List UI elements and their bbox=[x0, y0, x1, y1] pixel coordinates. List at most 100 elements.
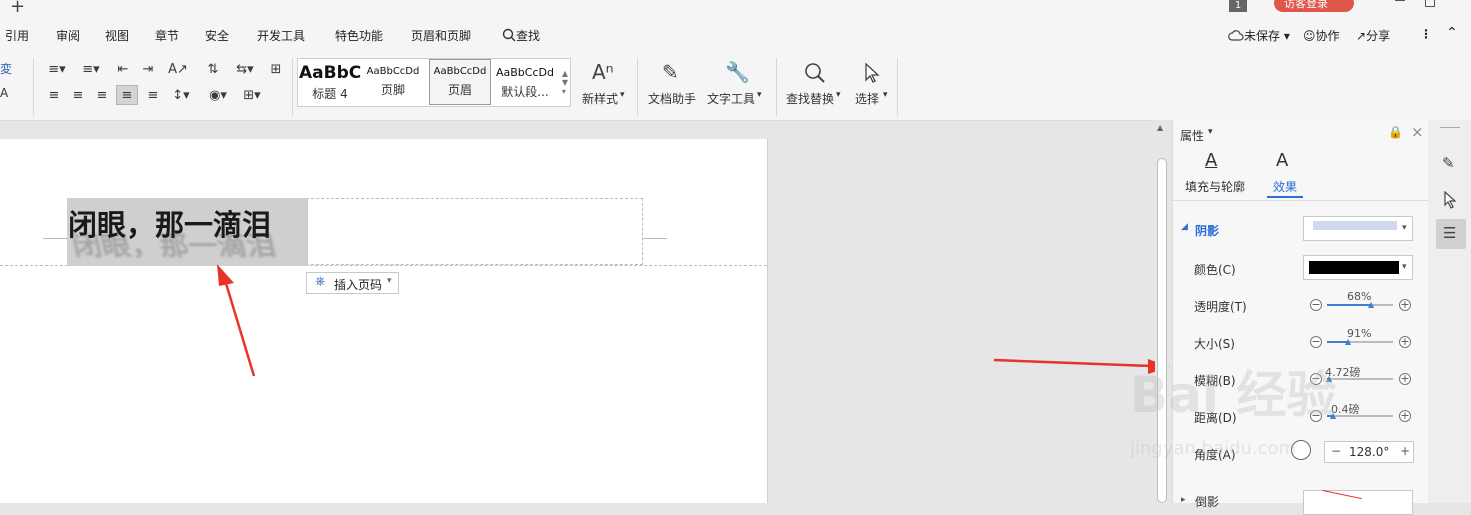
char-border-button[interactable]: A bbox=[0, 86, 8, 100]
share-label: 分享 bbox=[1366, 29, 1391, 43]
find-replace-label: 查找替换 bbox=[786, 92, 835, 106]
slider-handle[interactable]: ▲ bbox=[1368, 300, 1374, 309]
slider-handle[interactable]: ▲ bbox=[1326, 374, 1332, 383]
share-button[interactable]: ↗分享 bbox=[1356, 27, 1390, 44]
shadow-preset-dropdown[interactable]: ▾ bbox=[1303, 216, 1413, 241]
styles-scroll-icon[interactable]: ▲ ▼ ▾ bbox=[559, 59, 571, 105]
align-center-icon[interactable]: ≡ bbox=[68, 85, 88, 105]
properties-toggle-button[interactable]: ☰ bbox=[1436, 219, 1466, 249]
collapse-triangle-icon[interactable]: ◢ bbox=[1181, 222, 1188, 232]
shading-icon[interactable]: ◉▾ bbox=[204, 85, 232, 105]
tab-security[interactable]: 安全 bbox=[205, 27, 229, 44]
bullet-list-icon[interactable]: ≡▾ bbox=[44, 60, 70, 78]
paragraph-spacing-icon[interactable]: ↕▾ bbox=[168, 85, 194, 105]
align-right-icon[interactable]: ≡ bbox=[92, 85, 112, 105]
distance-slider[interactable]: ▲ bbox=[1327, 411, 1393, 420]
transparency-slider[interactable]: ▲ bbox=[1327, 300, 1393, 309]
table-insert-icon[interactable]: ⊞ bbox=[266, 60, 286, 78]
wrench-icon: 🔧 bbox=[725, 60, 750, 84]
margin-mark bbox=[43, 238, 67, 239]
style-heading4[interactable]: AaBbC 标题 4 bbox=[299, 60, 361, 104]
tab-features[interactable]: 特色功能 bbox=[335, 27, 383, 44]
style-sample: AaBbC bbox=[299, 63, 361, 83]
size-slider[interactable]: ▲ bbox=[1327, 337, 1393, 346]
menu-tab-bar: 引用 审阅 视图 章节 安全 开发工具 特色功能 页眉和页脚 查找 未保存 ▾ … bbox=[0, 16, 1471, 56]
unsaved-label: 未保存 bbox=[1244, 29, 1281, 43]
find-replace-button[interactable]: 查找替换 ▾ bbox=[786, 58, 846, 106]
tab-reference[interactable]: 引用 bbox=[5, 27, 29, 44]
header-text[interactable]: 闭眼，那一滴泪 bbox=[68, 202, 271, 244]
style-footer[interactable]: AaBbCcDd 页脚 bbox=[362, 60, 424, 104]
more-icon[interactable]: ⋮ bbox=[1420, 27, 1432, 41]
plus-icon[interactable]: + bbox=[1399, 410, 1411, 422]
tab-chapter[interactable]: 章节 bbox=[155, 27, 179, 44]
plus-icon[interactable]: + bbox=[1399, 373, 1411, 385]
justify-icon[interactable]: ≡ bbox=[116, 85, 138, 105]
align-left-icon[interactable]: ≡ bbox=[44, 85, 64, 105]
lock-icon[interactable]: 🔒 bbox=[1388, 125, 1403, 139]
minus-icon[interactable]: − bbox=[1310, 299, 1322, 311]
tab-effect[interactable]: A 效果 bbox=[1267, 150, 1303, 198]
pen-icon[interactable]: ✎ bbox=[1442, 154, 1455, 172]
style-header[interactable]: AaBbCcDd 页眉 bbox=[429, 59, 491, 105]
increment-icon[interactable]: + bbox=[1400, 444, 1410, 458]
decrement-icon[interactable]: − bbox=[1331, 444, 1341, 458]
text-direction-icon[interactable]: A↗ bbox=[166, 60, 190, 78]
distribute-icon[interactable]: ≡ bbox=[143, 85, 163, 105]
borders-icon[interactable]: ⊞▾ bbox=[238, 85, 266, 105]
sort-icon[interactable]: ⇅ bbox=[203, 60, 223, 78]
new-tab-button[interactable]: + bbox=[10, 0, 25, 17]
login-button[interactable]: 访客登录 bbox=[1274, 0, 1354, 12]
expand-triangle-icon[interactable]: ▸ bbox=[1181, 495, 1186, 505]
phonetic-guide-button[interactable]: 変 bbox=[0, 60, 12, 77]
new-style-button[interactable]: Aⁿ 新样式 ▾ bbox=[582, 58, 630, 106]
angle-value[interactable]: 128.0° bbox=[1349, 445, 1389, 459]
insert-page-number-button[interactable]: ⎈ 插入页码 ▾ bbox=[306, 272, 399, 294]
slider-handle[interactable]: ▲ bbox=[1330, 411, 1336, 420]
doc-helper-button[interactable]: ✎ 文档助手 bbox=[648, 58, 700, 106]
close-icon[interactable]: × bbox=[1411, 123, 1424, 141]
text-tools-button[interactable]: 🔧 文字工具 ▾ bbox=[707, 58, 767, 106]
tab-fill-outline[interactable]: A 填充与轮廓 bbox=[1183, 150, 1255, 196]
document-page[interactable]: 闭眼，那一滴泪 闭眼，那一滴泪 ⎈ 插入页码 ▾ bbox=[0, 139, 768, 503]
blur-slider[interactable]: ▲ bbox=[1326, 374, 1393, 383]
transparency-label: 透明度(T) bbox=[1194, 300, 1247, 314]
cursor-icon[interactable] bbox=[1443, 191, 1457, 209]
scrollbar-thumb[interactable] bbox=[1157, 158, 1167, 503]
increase-indent-icon[interactable]: ⇥ bbox=[138, 60, 158, 78]
shadow-section-label[interactable]: 阴影 bbox=[1195, 222, 1219, 239]
plus-icon[interactable]: + bbox=[1399, 336, 1411, 348]
minus-icon[interactable]: − bbox=[1310, 336, 1322, 348]
tab-developer[interactable]: 开发工具 bbox=[257, 27, 305, 44]
angle-stepper[interactable]: − 128.0° + bbox=[1324, 441, 1414, 463]
style-sample: AaBbCcDd bbox=[496, 66, 554, 79]
maximize-icon[interactable] bbox=[1425, 0, 1435, 7]
plus-icon[interactable]: + bbox=[1399, 299, 1411, 311]
decrease-indent-icon[interactable]: ⇤ bbox=[113, 60, 133, 78]
angle-dial[interactable] bbox=[1291, 440, 1311, 460]
collapse-ribbon-icon[interactable]: ⌃ bbox=[1446, 25, 1458, 41]
collab-button[interactable]: ☺协作 bbox=[1303, 27, 1340, 44]
line-spacing-icon[interactable]: ⇆▾ bbox=[232, 60, 258, 78]
reflection-section-label[interactable]: 倒影 bbox=[1195, 493, 1219, 510]
shadow-color-dropdown[interactable]: ▾ bbox=[1303, 255, 1413, 280]
minus-icon[interactable]: − bbox=[1310, 410, 1322, 422]
slider-handle[interactable]: ▲ bbox=[1345, 337, 1351, 346]
unsaved-status[interactable]: 未保存 ▾ bbox=[1228, 27, 1290, 44]
panel-title: 属性 bbox=[1180, 129, 1205, 143]
select-button[interactable]: 选择 ▾ bbox=[853, 58, 893, 106]
color-label: 颜色(C) bbox=[1194, 263, 1236, 277]
minus-icon[interactable]: − bbox=[1310, 373, 1322, 385]
tab-header-footer[interactable]: 页眉和页脚 bbox=[411, 27, 471, 44]
style-default-paragraph[interactable]: AaBbCcDd 默认段... bbox=[494, 60, 556, 104]
minimize-icon[interactable] bbox=[1395, 0, 1405, 1]
window-count-badge[interactable]: 1 bbox=[1229, 0, 1247, 12]
sliders-icon: ☰ bbox=[1443, 224, 1457, 242]
scroll-up-icon[interactable]: ▲ bbox=[1157, 123, 1163, 132]
chevron-down-icon[interactable]: ▾ bbox=[1208, 127, 1213, 137]
numbered-list-icon[interactable]: ≡▾ bbox=[78, 60, 104, 78]
tab-review[interactable]: 审阅 bbox=[56, 27, 80, 44]
tab-search[interactable]: 查找 bbox=[502, 27, 540, 44]
style-sample: AaBbCcDd bbox=[433, 66, 487, 77]
tab-view[interactable]: 视图 bbox=[105, 27, 129, 44]
